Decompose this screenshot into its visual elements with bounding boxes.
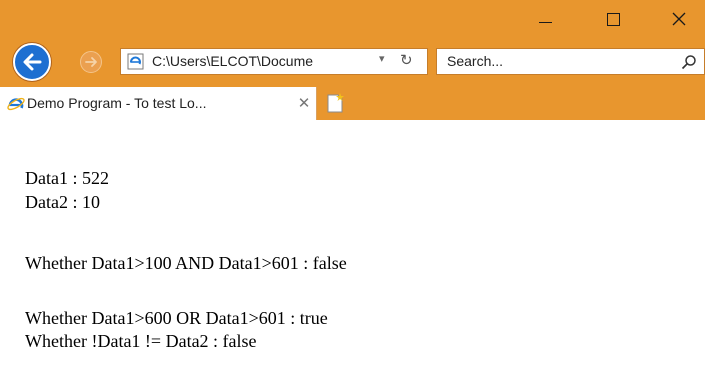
search-placeholder[interactable]: Search... xyxy=(447,53,503,69)
search-input[interactable]: Search... xyxy=(436,48,705,75)
tab-strip: Demo Program - To test Lo... ✕ xyxy=(0,86,705,120)
forward-arrow-icon xyxy=(85,57,97,67)
and-result-output: Whether Data1>100 AND Data1>601 : false xyxy=(25,253,347,273)
back-arrow-icon xyxy=(23,53,42,71)
tab-close-icon[interactable]: ✕ xyxy=(296,94,312,112)
tab-demo-program[interactable]: Demo Program - To test Lo... ✕ xyxy=(0,87,317,120)
close-window-button[interactable] xyxy=(656,0,702,38)
or-result-output: Whether Data1>600 OR Data1>601 : true xyxy=(25,308,328,328)
address-bar[interactable]: C:\Users\ELCOT\Docume ▾ ↻ xyxy=(120,48,428,75)
ie-page-icon xyxy=(127,53,144,70)
minimize-button[interactable] xyxy=(522,0,568,38)
data2-output: Data2 : 10 xyxy=(25,192,100,212)
ie-logo-icon xyxy=(7,97,25,111)
forward-button[interactable] xyxy=(80,51,102,73)
navigation-bar: C:\Users\ELCOT\Docume ▾ ↻ Search... xyxy=(0,38,705,86)
close-icon xyxy=(672,12,686,26)
page-content: Data1 : 522 Data2 : 10 Whether Data1>100… xyxy=(0,120,705,373)
address-text[interactable]: C:\Users\ELCOT\Docume xyxy=(152,53,362,71)
search-icon[interactable] xyxy=(681,54,697,70)
tab-title: Demo Program - To test Lo... xyxy=(27,95,207,111)
maximize-button[interactable] xyxy=(590,0,636,38)
new-tab-icon xyxy=(327,93,344,113)
back-button[interactable] xyxy=(13,43,51,81)
not-result-output: Whether !Data1 != Data2 : false xyxy=(25,331,257,351)
refresh-icon[interactable]: ↻ xyxy=(400,51,413,69)
minimize-icon xyxy=(538,21,552,23)
new-tab-button[interactable] xyxy=(322,89,350,117)
data1-output: Data1 : 522 xyxy=(25,168,109,188)
title-bar xyxy=(0,0,705,38)
maximize-icon xyxy=(606,12,620,26)
address-dropdown-icon[interactable]: ▾ xyxy=(379,52,385,65)
